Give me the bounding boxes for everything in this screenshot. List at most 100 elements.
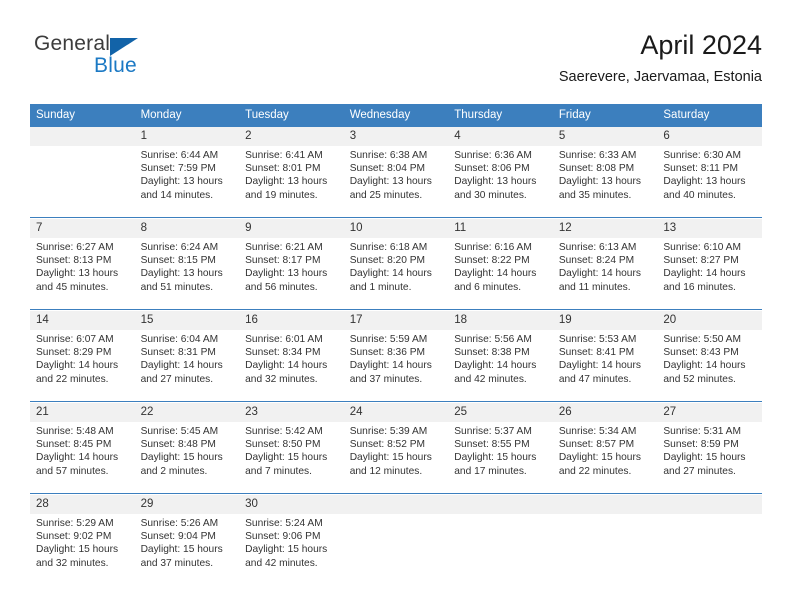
- day-cell[interactable]: Sunrise: 6:27 AM Sunset: 8:13 PM Daylight:…: [30, 238, 135, 310]
- day-number[interactable]: 24: [343, 403, 449, 422]
- sunset-text: Sunset: 8:29 PM: [36, 347, 112, 359]
- sunrise-text: Sunrise: 6:16 AM: [454, 242, 532, 253]
- day-number[interactable]: 10: [343, 219, 449, 238]
- day-cell[interactable]: Sunrise: 5:56 AM Sunset: 8:38 PM Daylight:…: [448, 330, 553, 402]
- day-cell[interactable]: Sunrise: 5:37 AM Sunset: 8:55 PM Daylight:…: [448, 422, 553, 494]
- day-number-row: 28 29 30: [30, 495, 762, 514]
- sunset-text: Sunset: 7:59 PM: [140, 163, 216, 175]
- day-cell[interactable]: Sunrise: 5:50 AM Sunset: 8:43 PM Daylight:…: [657, 330, 762, 402]
- day-number[interactable]: 2: [239, 127, 344, 146]
- day-number[interactable]: 18: [448, 311, 553, 330]
- day-number-row: 14 15 16 17 18 19 20: [30, 311, 762, 330]
- day-cell[interactable]: Sunrise: 6:13 AM Sunset: 8:24 PM Daylight:…: [553, 238, 658, 310]
- day-cell[interactable]: Sunrise: 6:33 AM Sunset: 8:08 PM Daylight:…: [553, 146, 658, 218]
- day-number[interactable]: 17: [343, 311, 449, 330]
- day-cell-empty: [448, 514, 553, 585]
- day-number[interactable]: 11: [448, 219, 553, 238]
- sunrise-text: Sunrise: 6:18 AM: [349, 242, 428, 253]
- sunset-text: Sunset: 8:08 PM: [558, 163, 635, 175]
- day-cell[interactable]: Sunrise: 6:16 AM Sunset: 8:22 PM Daylight:…: [448, 238, 553, 310]
- day-number[interactable]: 20: [657, 311, 762, 330]
- day-number[interactable]: 1: [134, 127, 240, 146]
- day-number-row: 21 22 23 24 25 26 27: [30, 403, 762, 422]
- day-cell[interactable]: Sunrise: 6:21 AM Sunset: 8:17 PM Daylight:…: [239, 238, 344, 310]
- day-number[interactable]: 15: [134, 311, 240, 330]
- daylight-text: Daylight: 15 hours and 12 minutes.: [349, 452, 432, 477]
- day-number[interactable]: 8: [134, 219, 240, 238]
- day-cell[interactable]: Sunrise: 6:38 AM Sunset: 8:04 PM Daylight:…: [344, 146, 449, 218]
- day-number[interactable]: 19: [552, 311, 658, 330]
- day-cell[interactable]: Sunrise: 6:07 AM Sunset: 8:29 PM Daylight:…: [30, 330, 135, 402]
- day-number[interactable]: 13: [657, 219, 762, 238]
- day-cell[interactable]: Sunrise: 6:36 AM Sunset: 8:06 PM Daylight:…: [448, 146, 553, 218]
- day-cell[interactable]: Sunrise: 5:29 AM Sunset: 9:02 PM Daylight:…: [30, 514, 135, 585]
- sunrise-text: Sunrise: 6:07 AM: [36, 334, 114, 345]
- day-cell[interactable]: Sunrise: 5:31 AM Sunset: 8:59 PM Daylight:…: [657, 422, 762, 494]
- day-detail-row: Sunrise: 5:29 AM Sunset: 9:02 PM Daylight:…: [30, 514, 762, 585]
- day-number[interactable]: 21: [30, 403, 135, 422]
- sunset-text: Sunset: 8:13 PM: [36, 255, 112, 267]
- day-number-empty: [343, 495, 449, 514]
- day-cell[interactable]: Sunrise: 6:18 AM Sunset: 8:20 PM Daylight:…: [344, 238, 449, 310]
- day-cell-empty: [657, 514, 762, 585]
- day-number[interactable]: 3: [343, 127, 449, 146]
- day-number[interactable]: 14: [30, 311, 135, 330]
- day-cell[interactable]: Sunrise: 6:01 AM Sunset: 8:34 PM Daylight:…: [239, 330, 344, 402]
- day-cell[interactable]: Sunrise: 6:30 AM Sunset: 8:11 PM Daylight:…: [657, 146, 762, 218]
- sunrise-text: Sunrise: 5:24 AM: [245, 518, 323, 529]
- day-cell[interactable]: Sunrise: 5:39 AM Sunset: 8:52 PM Daylight:…: [344, 422, 449, 494]
- daylight-text: Daylight: 15 hours and 32 minutes.: [36, 544, 119, 569]
- day-number[interactable]: 7: [30, 219, 135, 238]
- day-cell-empty: [30, 146, 135, 218]
- sunset-text: Sunset: 8:52 PM: [349, 439, 426, 451]
- day-number[interactable]: 12: [552, 219, 658, 238]
- day-cell[interactable]: Sunrise: 5:34 AM Sunset: 8:57 PM Daylight:…: [553, 422, 658, 494]
- day-number[interactable]: 28: [30, 495, 135, 514]
- day-cell[interactable]: Sunrise: 6:44 AM Sunset: 7:59 PM Daylight:…: [135, 146, 240, 218]
- weekday-header-tuesday: Tuesday: [239, 104, 344, 127]
- day-cell[interactable]: Sunrise: 5:53 AM Sunset: 8:41 PM Daylight:…: [553, 330, 658, 402]
- sunrise-text: Sunrise: 5:37 AM: [454, 426, 532, 437]
- day-number[interactable]: 25: [448, 403, 553, 422]
- day-cell[interactable]: Sunrise: 6:04 AM Sunset: 8:31 PM Daylight:…: [135, 330, 240, 402]
- day-cell[interactable]: Sunrise: 5:45 AM Sunset: 8:48 PM Daylight:…: [135, 422, 240, 494]
- day-cell[interactable]: Sunrise: 5:48 AM Sunset: 8:45 PM Daylight:…: [30, 422, 135, 494]
- day-cell[interactable]: Sunrise: 6:41 AM Sunset: 8:01 PM Daylight:…: [239, 146, 344, 218]
- sunset-text: Sunset: 8:27 PM: [663, 255, 739, 267]
- day-cell[interactable]: Sunrise: 5:24 AM Sunset: 9:06 PM Daylight:…: [239, 514, 344, 585]
- day-number[interactable]: 26: [552, 403, 658, 422]
- day-number[interactable]: 27: [657, 403, 762, 422]
- day-number[interactable]: 6: [657, 127, 762, 146]
- page-title: April 2024: [640, 30, 762, 60]
- day-cell[interactable]: Sunrise: 6:24 AM Sunset: 8:15 PM Daylight:…: [135, 238, 240, 310]
- day-number[interactable]: 29: [134, 495, 240, 514]
- daylight-text: Daylight: 15 hours and 37 minutes.: [140, 544, 223, 569]
- sunset-text: Sunset: 8:11 PM: [663, 163, 738, 175]
- day-cell[interactable]: Sunrise: 5:42 AM Sunset: 8:50 PM Daylight:…: [239, 422, 344, 494]
- day-cell[interactable]: Sunrise: 5:26 AM Sunset: 9:04 PM Daylight:…: [135, 514, 240, 585]
- day-number[interactable]: 9: [239, 219, 344, 238]
- day-number[interactable]: 5: [552, 127, 658, 146]
- sunset-text: Sunset: 8:41 PM: [558, 347, 635, 359]
- day-number-empty: [657, 495, 762, 514]
- daylight-text: Daylight: 14 hours and 11 minutes.: [558, 268, 641, 293]
- day-number[interactable]: 16: [239, 311, 344, 330]
- sunrise-text: Sunrise: 6:33 AM: [558, 150, 637, 161]
- sunrise-text: Sunrise: 5:29 AM: [36, 518, 114, 529]
- sunrise-text: Sunrise: 5:48 AM: [36, 426, 114, 437]
- sunset-text: Sunset: 8:38 PM: [454, 347, 530, 359]
- daylight-text: Daylight: 13 hours and 40 minutes.: [663, 176, 746, 201]
- daylight-text: Daylight: 15 hours and 7 minutes.: [245, 452, 328, 477]
- sunrise-text: Sunrise: 5:45 AM: [140, 426, 219, 437]
- day-number[interactable]: 30: [239, 495, 344, 514]
- day-detail-row: Sunrise: 6:27 AM Sunset: 8:13 PM Daylight:…: [30, 238, 762, 310]
- daylight-text: Daylight: 13 hours and 51 minutes.: [140, 268, 223, 293]
- day-number[interactable]: 22: [134, 403, 240, 422]
- day-number[interactable]: 4: [448, 127, 553, 146]
- day-number[interactable]: 23: [239, 403, 344, 422]
- sunrise-text: Sunrise: 5:39 AM: [349, 426, 428, 437]
- daylight-text: Daylight: 15 hours and 17 minutes.: [454, 452, 537, 477]
- day-cell[interactable]: Sunrise: 5:59 AM Sunset: 8:36 PM Daylight:…: [344, 330, 449, 402]
- day-cell[interactable]: Sunrise: 6:10 AM Sunset: 8:27 PM Daylight:…: [657, 238, 762, 310]
- general-blue-logo[interactable]: General Blue: [34, 32, 254, 88]
